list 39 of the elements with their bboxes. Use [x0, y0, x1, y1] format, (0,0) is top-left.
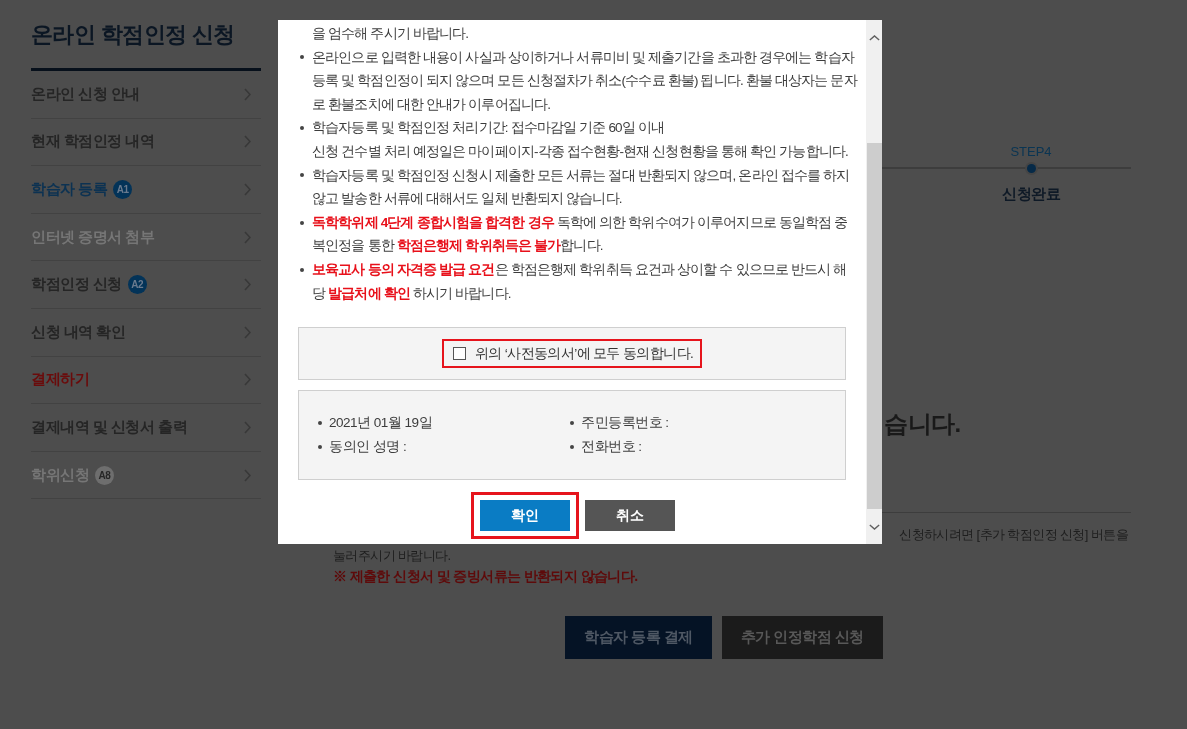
bullet-icon: [318, 445, 322, 449]
bullet-icon: [300, 267, 304, 272]
bullet-icon: [300, 173, 304, 178]
warning-text: ※ 제출한 신청서 및 증빙서류는 반환되지 않습니다.: [333, 567, 638, 586]
step-badge: A1: [113, 180, 133, 199]
info-text: 동의인 성명 :: [329, 438, 407, 456]
bullet-icon: [300, 220, 304, 225]
step-label: STEP4: [1010, 143, 1052, 161]
sidebar-menu-item[interactable]: 결제하기: [31, 356, 261, 405]
bullet-icon: [570, 445, 574, 449]
info-text: 전화번호 :: [581, 438, 642, 456]
step-badge: A8: [95, 465, 114, 485]
scrollbar-track[interactable]: [866, 20, 882, 544]
step-badge: A2: [127, 275, 147, 295]
bullet-icon: [300, 126, 304, 131]
notice-paragraph: 신청 건수별 처리 예정일은 마이페이지-각종 접수현황-현재 신청현황을 통해 확인 가능합니다.: [312, 142, 849, 161]
checkbox[interactable]: [452, 347, 466, 360]
sidebar-menu-item[interactable]: 학습자 등록 A1: [31, 166, 261, 214]
sidebar-title: 온라인 학점인정 신청: [31, 16, 261, 71]
bullet-icon: [300, 55, 304, 60]
info-text: 2021년 01월 19일: [329, 414, 433, 432]
scrollbar-thumb[interactable]: [866, 143, 882, 509]
pay-registration-button[interactable]: 학습자 등록 결제: [565, 616, 712, 659]
checkbox-label: 위의 ‘사전동의서’에 모두 동의합니다.: [474, 344, 694, 363]
confirm-button[interactable]: 확인: [480, 500, 570, 531]
notice-paragraph: 보육교사 등의 자격증 발급 요건은 학점은행제 학위취득 요건과 상이할 수 있으므로 반드시 해당 발급처에 확인 하시기 바랍니다.: [312, 260, 848, 303]
notice-paragraph: 독학학위제 4단계 종합시험을 합격한 경우 독학에 의한 학위수여가 이루어지므로 동일학점 중복인정을 통한 학점은행제 학위취득은 불가합니다.: [312, 213, 849, 256]
notice-paragraph: 을 엄수해 주시기 바랍니다.: [312, 25, 470, 43]
bullet-icon: [570, 421, 574, 425]
additional-credit-button[interactable]: 추가 인정학점 신청: [721, 616, 883, 659]
info-text: 주민등록번호 :: [581, 414, 669, 432]
notice-paragraph: 학습자등록 및 학점인정 신청시 제출한 모든 서류는 절대 반환되지 않으며, 온라인 접수를 하지 않고 발송한 서류에 대해서도 일체 반환되지 않습니다.: [312, 166, 851, 209]
bullet-icon: [318, 421, 322, 425]
chevron-up-icon: [868, 35, 880, 41]
notice-paragraph: 학습자등록 및 학점인정 처리기간: 접수마감일 기준 60일 이내: [312, 119, 666, 138]
cancel-button[interactable]: 취소: [585, 500, 675, 531]
step-name: 신청완료: [1002, 184, 1060, 204]
notice-paragraph: 온라인으로 입력한 내용이 사실과 상이하거나 서류미비 및 제출기간을 초과한 경우에는 학습자 등록 및 학점인정이 되지 않으며 모든 신청절차가 취소(수수료 환불) 됩니다. 환불 대상자는 문자로 환불조치에 대한 안내가 이루어집니다.: [312, 48, 857, 114]
chevron-down-icon: [868, 523, 880, 530]
